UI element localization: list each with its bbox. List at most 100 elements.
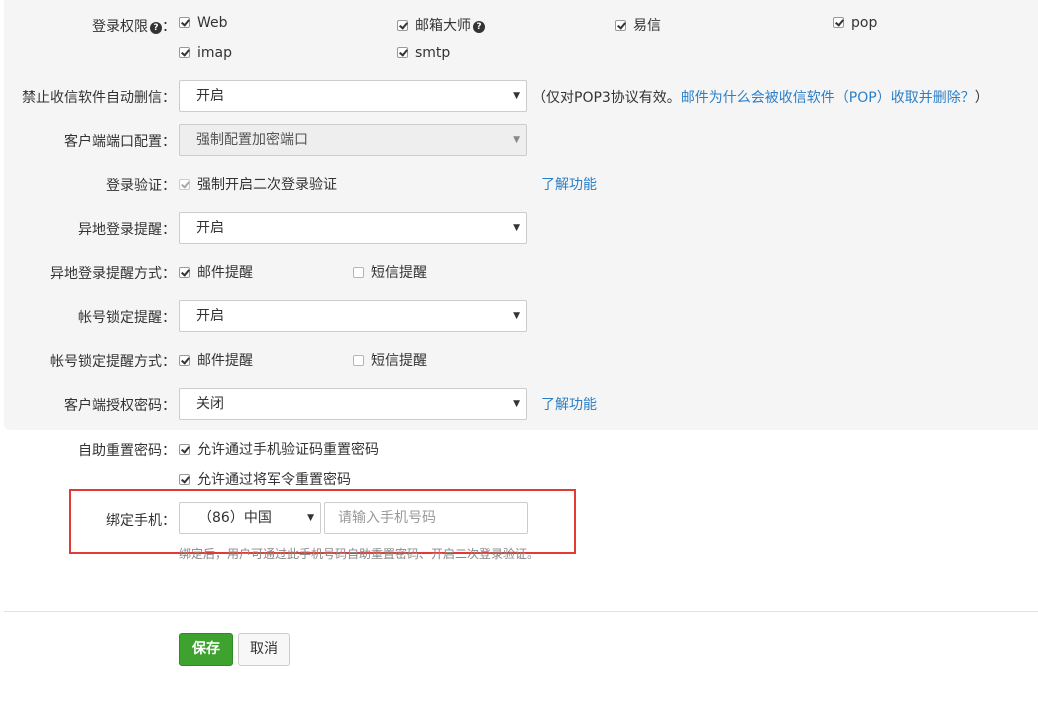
label-text: 登录权限: [92, 19, 148, 35]
perm-smtp[interactable]: smtp: [397, 45, 450, 61]
select-value: 开启: [196, 88, 224, 104]
login-verify-label: 登录验证：: [106, 175, 176, 195]
colon: ：: [162, 310, 176, 326]
client-port-label: 客户端端口配置：: [64, 131, 176, 151]
label-text: 自助重置密码: [78, 443, 162, 459]
pop-delete-help-link[interactable]: 邮件为什么会被收信软件（POP）收取并删除？: [681, 90, 975, 106]
reset-phone-option[interactable]: 允许通过手机验证码重置密码: [179, 439, 379, 459]
select-value: （86）中国: [198, 510, 272, 526]
note-end: ）: [974, 90, 989, 106]
perm-imap[interactable]: imap: [179, 45, 232, 61]
label-text: 客户端授权密码: [64, 398, 162, 414]
checkbox-icon[interactable]: [179, 267, 190, 278]
colon: ：: [162, 222, 176, 238]
phone-number-input[interactable]: [324, 502, 528, 534]
self-reset-label: 自助重置密码：: [78, 440, 176, 460]
remote-sms-option[interactable]: 短信提醒: [353, 262, 427, 282]
login-permission-label: 登录权限?：: [92, 16, 176, 36]
note-text: （仅对POP3协议有效。: [532, 90, 681, 106]
checkbox-icon[interactable]: [179, 17, 190, 28]
select-value: 开启: [196, 220, 224, 236]
perm-mail-master[interactable]: 邮箱大师?: [397, 15, 485, 35]
save-button[interactable]: 保存: [179, 633, 233, 666]
colon: ：: [162, 90, 176, 106]
reset-phone-label: 允许通过手机验证码重置密码: [197, 442, 379, 458]
select-value: 开启: [196, 308, 224, 324]
label-text: 禁止收信软件自动删信: [22, 90, 162, 106]
caret-down-icon: ▼: [513, 311, 520, 321]
select-value: 强制配置加密端口: [196, 132, 308, 148]
select-value: 关闭: [196, 396, 224, 412]
learn-feature-link[interactable]: 了解功能: [541, 394, 597, 414]
divider: [4, 611, 1038, 612]
login-verify-option: 强制开启二次登录验证: [179, 174, 337, 194]
perm-yixin[interactable]: 易信: [615, 15, 661, 35]
lock-method-label: 帐号锁定提醒方式：: [50, 351, 176, 371]
lock-alert-label: 帐号锁定提醒：: [78, 307, 176, 327]
login-verify-option-label: 强制开启二次登录验证: [197, 177, 337, 193]
label-text: 异地登录提醒: [78, 222, 162, 238]
colon: ：: [162, 134, 176, 150]
checkbox-icon[interactable]: [833, 17, 844, 28]
checkbox-icon[interactable]: [353, 355, 364, 366]
remote-login-alert-select[interactable]: 开启 ▼: [179, 212, 527, 244]
checkbox-icon[interactable]: [615, 20, 626, 31]
checkbox-icon[interactable]: [179, 355, 190, 366]
reset-token-label: 允许通过将军令重置密码: [197, 472, 351, 488]
learn-feature-link[interactable]: 了解功能: [541, 174, 597, 194]
checkbox-icon[interactable]: [179, 444, 190, 455]
reset-token-option[interactable]: 允许通过将军令重置密码: [179, 469, 351, 489]
perm-smtp-label: smtp: [415, 45, 451, 61]
email-option-label: 邮件提醒: [197, 353, 253, 369]
colon: ：: [162, 178, 176, 194]
colon: ：: [162, 19, 176, 35]
email-option-label: 邮件提醒: [197, 265, 253, 281]
caret-down-icon: ▼: [513, 91, 520, 101]
checkbox-icon[interactable]: [179, 474, 190, 485]
checkbox-icon[interactable]: [397, 20, 408, 31]
cancel-button[interactable]: 取消: [238, 633, 290, 666]
label-text: 帐号锁定提醒: [78, 310, 162, 326]
label-text: 帐号锁定提醒方式: [50, 354, 162, 370]
perm-web[interactable]: Web: [179, 15, 228, 31]
sms-option-label: 短信提醒: [371, 265, 427, 281]
no-auto-delete-note: （仅对POP3协议有效。邮件为什么会被收信软件（POP）收取并删除？）: [532, 87, 989, 107]
colon: ：: [162, 443, 176, 459]
colon: ：: [162, 513, 176, 529]
perm-mail-master-label: 邮箱大师: [415, 18, 471, 34]
lock-alert-select[interactable]: 开启 ▼: [179, 300, 527, 332]
bind-phone-hint: 绑定后，用户可通过此手机号码自助重置密码、开启二次登录验证。: [179, 547, 540, 561]
no-auto-delete-select[interactable]: 开启 ▼: [179, 80, 527, 112]
checkbox-icon[interactable]: [353, 267, 364, 278]
perm-imap-label: imap: [197, 45, 232, 61]
remote-email-option[interactable]: 邮件提醒: [179, 262, 253, 282]
remote-login-alert-label: 异地登录提醒：: [78, 219, 176, 239]
lock-email-option[interactable]: 邮件提醒: [179, 350, 253, 370]
caret-down-icon: ▼: [513, 399, 520, 409]
checkbox-icon: [179, 179, 190, 190]
caret-down-icon: ▼: [307, 513, 314, 523]
checkbox-icon[interactable]: [179, 47, 190, 58]
colon: ：: [162, 354, 176, 370]
help-icon[interactable]: ?: [150, 22, 162, 34]
label-text: 客户端端口配置: [64, 134, 162, 150]
no-auto-delete-label: 禁止收信软件自动删信：: [22, 87, 176, 107]
colon: ：: [162, 266, 176, 282]
caret-down-icon: ▼: [513, 223, 520, 233]
help-icon[interactable]: ?: [473, 21, 485, 33]
client-auth-label: 客户端授权密码：: [64, 395, 176, 415]
label-text: 异地登录提醒方式: [50, 266, 162, 282]
client-auth-select[interactable]: 关闭 ▼: [179, 388, 527, 420]
lock-sms-option[interactable]: 短信提醒: [353, 350, 427, 370]
country-code-select[interactable]: （86）中国 ▼: [179, 502, 321, 534]
perm-pop[interactable]: pop: [833, 15, 877, 31]
label-text: 登录验证: [106, 178, 162, 194]
client-port-select: 强制配置加密端口 ▼: [179, 124, 527, 156]
checkbox-icon[interactable]: [397, 47, 408, 58]
perm-yixin-label: 易信: [633, 18, 661, 34]
remote-login-method-label: 异地登录提醒方式：: [50, 263, 176, 283]
colon: ：: [162, 398, 176, 414]
perm-web-label: Web: [197, 15, 228, 31]
caret-down-icon: ▼: [513, 135, 520, 145]
perm-pop-label: pop: [851, 15, 878, 31]
